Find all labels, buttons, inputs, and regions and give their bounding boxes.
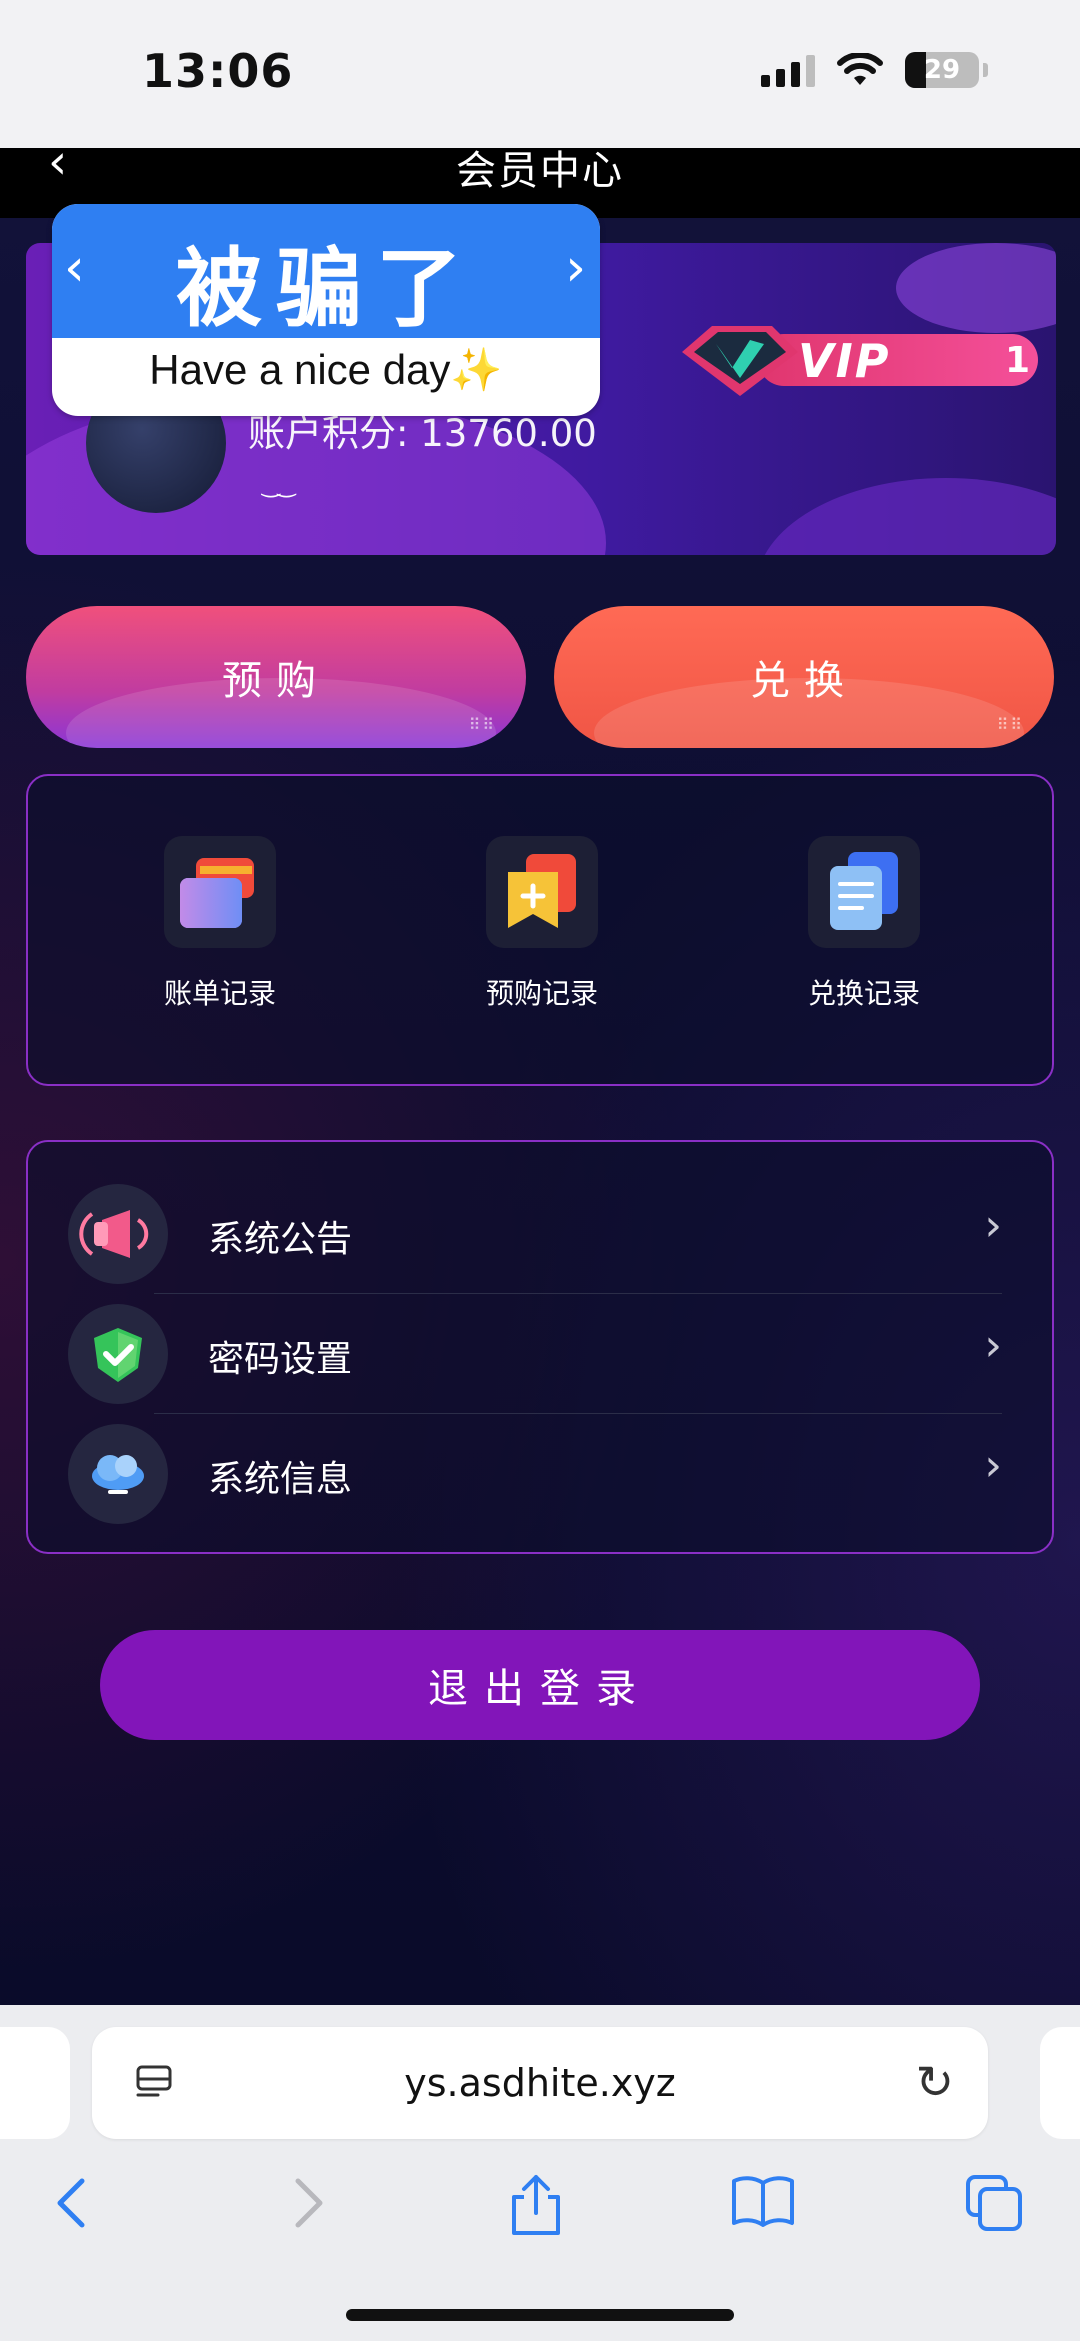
bookmarks-icon[interactable] (730, 2173, 796, 2233)
preorder-records-item[interactable]: 预购记录 (442, 836, 642, 1012)
menu-label-password: 密码设置 (208, 1339, 353, 1380)
menu-item-announcements[interactable]: 系统公告 › (68, 1174, 1042, 1294)
records-panel: 账单记录 预购记录 兑换记录 (26, 774, 1054, 1086)
diamond-icon (682, 326, 798, 396)
home-indicator (346, 2309, 734, 2321)
page-title: 会员中心 (456, 148, 624, 194)
menu-label-system-info: 系统信息 (208, 1459, 353, 1500)
bill-records-item[interactable]: 账单记录 (120, 836, 320, 1012)
battery-icon: 29 (905, 52, 979, 88)
address-bar[interactable]: ys.asdhite.xyz ↻ (92, 2027, 988, 2139)
chevron-right-icon: › (984, 1320, 1002, 1371)
cards-icon (164, 836, 276, 948)
exchange-label: 兑换 (750, 658, 858, 704)
wifi-icon (837, 53, 883, 87)
chevron-right-icon: › (984, 1200, 1002, 1251)
forward-icon[interactable] (288, 2173, 328, 2237)
chevron-right-icon: › (984, 1440, 1002, 1491)
reload-icon[interactable]: ↻ (915, 2055, 954, 2109)
browser-toolbar: ys.asdhite.xyz ↻ (0, 2005, 1080, 2341)
previous-tab[interactable] (0, 2027, 70, 2139)
shield-check-icon (68, 1304, 168, 1404)
app-content: ‹ 会员中心 账户积分: 13760.00 ‿‿ VIP 1 预购 ⠿⠿ 兑换 … (0, 148, 1080, 2005)
sticker-subtitle: Have a nice day✨ (149, 346, 503, 393)
share-icon[interactable] (508, 2173, 564, 2241)
preorder-records-label: 预购记录 (485, 977, 598, 1010)
back-icon[interactable] (52, 2173, 92, 2237)
exchange-records-item[interactable]: 兑换记录 (764, 836, 964, 1012)
vip-level: 1 (1004, 340, 1030, 381)
battery-level: 29 (923, 55, 961, 85)
status-icons: 29 (761, 52, 988, 88)
vip-badge: VIP 1 (648, 326, 1056, 396)
sticker-title: 被骗了 (176, 238, 476, 339)
preorder-button[interactable]: 预购 ⠿⠿ (26, 606, 526, 748)
status-bar: 13:06 29 (0, 0, 1080, 148)
eye-closed-icon[interactable]: ‿‿ (262, 473, 295, 498)
url-text: ys.asdhite.xyz (404, 2061, 676, 2105)
megaphone-icon (68, 1184, 168, 1284)
exchange-button[interactable]: 兑换 ⠿⠿ (554, 606, 1054, 748)
preorder-label: 预购 (222, 658, 330, 704)
documents-icon (808, 836, 920, 948)
menu-label-announcements: 系统公告 (208, 1219, 353, 1260)
next-tab[interactable] (1040, 2027, 1080, 2139)
cloud-icon (68, 1424, 168, 1524)
sticker-overlay: ‹ › 被骗了 Have a nice day✨ (52, 204, 600, 416)
vip-label: VIP (798, 334, 891, 388)
browser-nav (0, 2173, 1080, 2263)
menu-item-password[interactable]: 密码设置 › (68, 1294, 1042, 1414)
settings-menu: 系统公告 › 密码设置 › 系统信息 › (26, 1140, 1054, 1554)
status-time: 13:06 (142, 44, 294, 98)
logout-button[interactable]: 退出登录 (100, 1630, 980, 1740)
signal-icon (761, 53, 815, 87)
menu-item-system-info[interactable]: 系统信息 › (68, 1414, 1042, 1534)
add-bookmark-icon (486, 836, 598, 948)
tabs-icon[interactable] (964, 2173, 1024, 2237)
exchange-records-label: 兑换记录 (807, 977, 920, 1010)
bill-records-label: 账单记录 (163, 977, 276, 1010)
